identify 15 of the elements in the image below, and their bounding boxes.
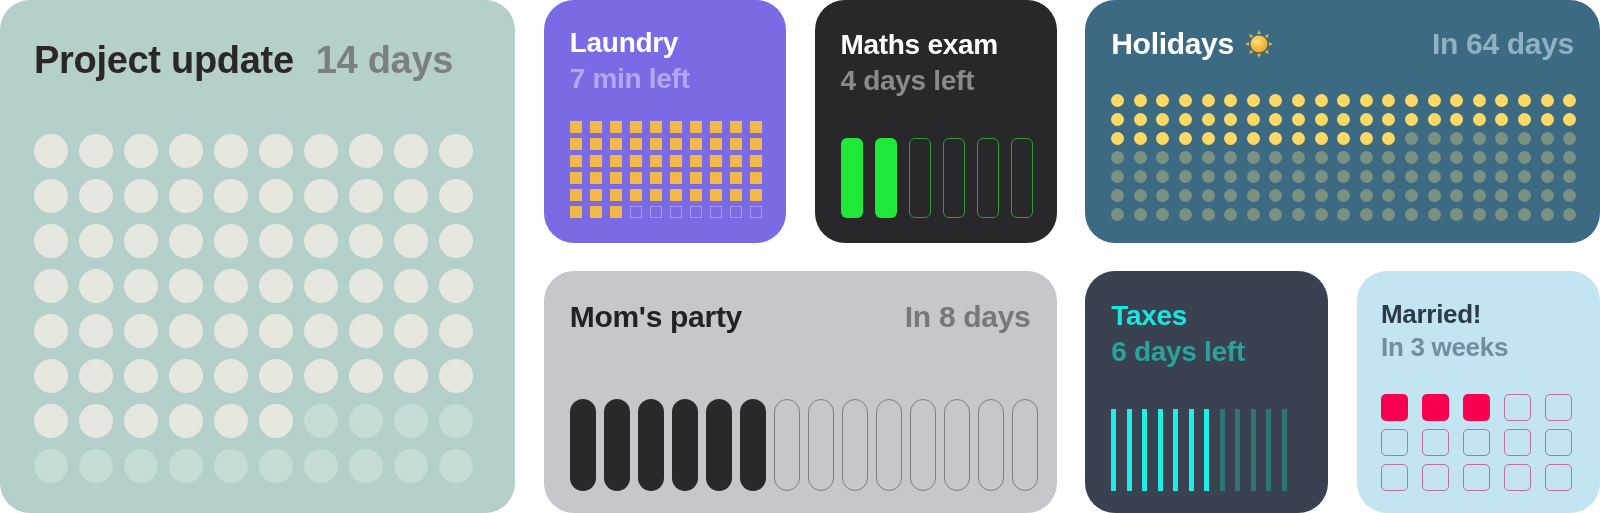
widget-title: Holidays — [1111, 26, 1234, 62]
countdown-text: 6 days left — [1111, 334, 1245, 369]
widget-title: Laundry — [569, 26, 679, 60]
countdown-text: 4 days left — [840, 63, 975, 98]
widget-title: Mom's party — [569, 299, 742, 335]
countdown-text: In 3 weeks — [1381, 332, 1509, 364]
widget-title: Project update — [34, 38, 294, 83]
countdown-text: 7 min left — [569, 61, 690, 96]
widget-title: Taxes — [1111, 299, 1188, 333]
sun-icon — [1243, 29, 1274, 59]
countdown-text: In 8 days — [904, 299, 1031, 335]
widget-title: Maths exam — [840, 28, 998, 62]
countdown-text: 14 days — [315, 38, 454, 83]
widget-title: Married! — [1381, 299, 1482, 331]
countdown-text: In 64 days — [1431, 26, 1574, 62]
